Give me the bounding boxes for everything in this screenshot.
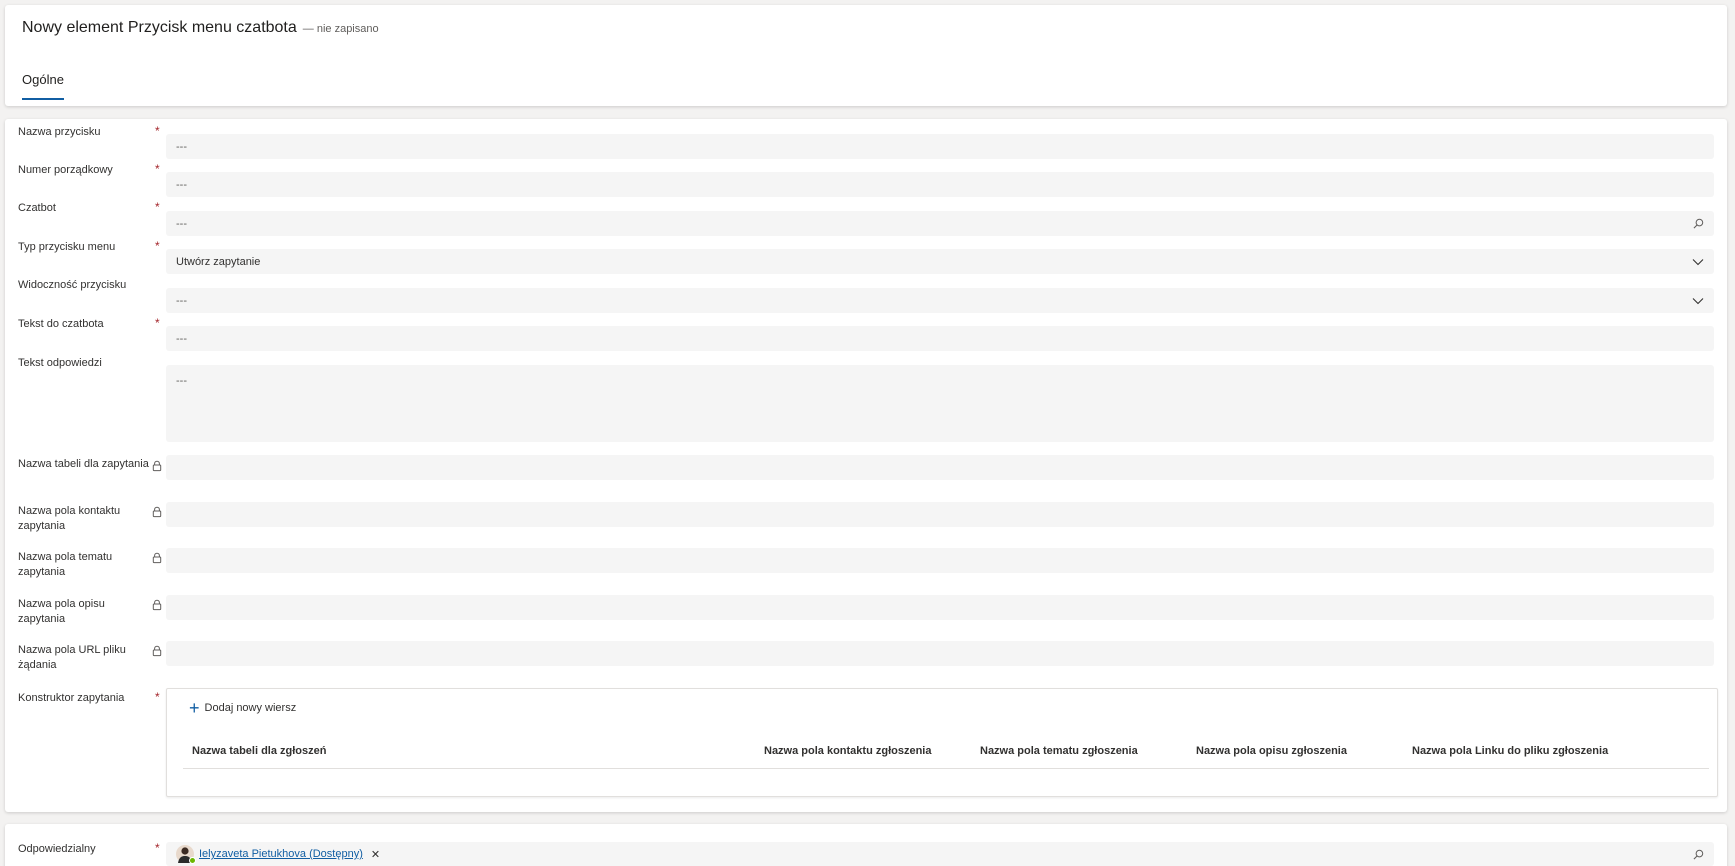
chatbot-value: --- (176, 217, 187, 230)
form-section-general: Nazwa przycisku * --- Numer porządkowy *… (5, 119, 1727, 812)
chevron-down-icon[interactable] (1692, 256, 1704, 268)
add-new-row-label: Dodaj nowy wiersz (204, 702, 297, 714)
owner-link[interactable]: Ielyzaveta Pietukhova (Dostępny) (199, 848, 363, 860)
column-header[interactable]: Nazwa pola kontaktu zgłoszenia (764, 745, 931, 757)
form-header: Nowy element Przycisk menu czatbota — ni… (5, 5, 1727, 106)
button-name-value: --- (176, 140, 187, 153)
label-request-builder: Konstruktor zapytania (18, 692, 125, 704)
response-text-area[interactable]: --- (166, 365, 1714, 442)
search-icon[interactable] (1692, 848, 1704, 860)
label-chatbot: Czatbot (18, 202, 56, 214)
order-number-input[interactable]: --- (166, 172, 1714, 197)
lock-icon (152, 505, 162, 518)
lock-icon (152, 644, 162, 657)
required-indicator: * (155, 316, 160, 330)
chevron-down-icon[interactable] (1692, 295, 1704, 307)
contact-field-name-input (166, 502, 1714, 527)
description-field-name-input (166, 595, 1714, 620)
response-text-value: --- (176, 375, 187, 387)
label-button-visibility: Widoczność przycisku (18, 279, 127, 291)
column-header[interactable]: Nazwa pola tematu zgłoszenia (980, 745, 1138, 757)
subgrid-header-row: Nazwa tabeli dla zgłoszeń Nazwa pola kon… (183, 743, 1709, 769)
button-name-input[interactable]: --- (166, 134, 1714, 159)
chatbot-lookup-input[interactable]: --- (166, 211, 1714, 236)
label-contact-field-name: Nazwa pola kontaktu zapytania (18, 505, 121, 532)
lock-icon (152, 459, 162, 472)
label-button-name: Nazwa przycisku (18, 126, 101, 138)
required-indicator: * (155, 124, 160, 138)
add-new-row-button[interactable]: + Dodaj nowy wiersz (189, 698, 297, 718)
column-header[interactable]: Nazwa pola Linku do pliku zgłoszenia (1412, 745, 1608, 757)
required-indicator: * (155, 200, 160, 214)
lock-icon (152, 551, 162, 564)
close-icon[interactable]: ✕ (371, 848, 380, 861)
avatar (176, 845, 196, 864)
required-indicator: * (155, 239, 160, 253)
column-header[interactable]: Nazwa tabeli dla zgłoszeń (192, 745, 326, 757)
required-indicator: * (155, 690, 160, 704)
column-header[interactable]: Nazwa pola opisu zgłoszenia (1196, 745, 1347, 757)
save-status: — nie zapisano (302, 23, 379, 35)
label-order-number: Numer porządkowy (18, 164, 113, 176)
label-menu-button-type: Typ przycisku menu (18, 241, 116, 253)
button-visibility-select[interactable]: --- (166, 288, 1714, 313)
presence-available-icon (189, 857, 196, 864)
label-file-url-field-name: Nazwa pola URL pliku żądania (18, 644, 126, 671)
file-url-field-name-input (166, 641, 1714, 666)
title-row: Nowy element Przycisk menu czatbota — ni… (22, 19, 379, 37)
label-subject-field-name: Nazwa pola tematu zapytania (18, 551, 113, 578)
request-table-name-input (166, 455, 1714, 480)
label-request-table-name: Nazwa tabeli dla zapytania (18, 458, 149, 470)
order-number-value: --- (176, 178, 187, 191)
label-response-text: Tekst odpowiedzi (18, 357, 102, 369)
label-description-field-name: Nazwa pola opisu zapytania (18, 598, 105, 625)
label-owner: Odpowiedzialny (18, 843, 96, 855)
menu-button-type-select[interactable]: Utwórz zapytanie (166, 249, 1714, 274)
plus-icon: + (189, 698, 200, 718)
chatbot-text-input[interactable]: --- (166, 326, 1714, 351)
owner-lookup-input[interactable]: Ielyzaveta Pietukhova (Dostępny) ✕ (166, 842, 1714, 866)
page-title: Nowy element Przycisk menu czatbota (22, 19, 297, 36)
required-indicator: * (155, 162, 160, 176)
search-icon[interactable] (1692, 218, 1704, 230)
button-visibility-value: --- (176, 294, 187, 307)
owner-chip: Ielyzaveta Pietukhova (Dostępny) ✕ (176, 845, 1692, 864)
subject-field-name-input (166, 548, 1714, 573)
request-builder-subgrid: + Dodaj nowy wiersz Nazwa tabeli dla zgł… (166, 688, 1718, 797)
required-indicator: * (155, 841, 160, 855)
tab-general[interactable]: Ogólne (22, 72, 64, 100)
chatbot-text-value: --- (176, 332, 187, 345)
form-section-owner: Odpowiedzialny * Ielyzaveta Pietukhova (… (5, 824, 1727, 866)
lock-icon (152, 598, 162, 611)
menu-button-type-value: Utwórz zapytanie (176, 255, 261, 268)
label-chatbot-text: Tekst do czatbota (18, 318, 104, 330)
